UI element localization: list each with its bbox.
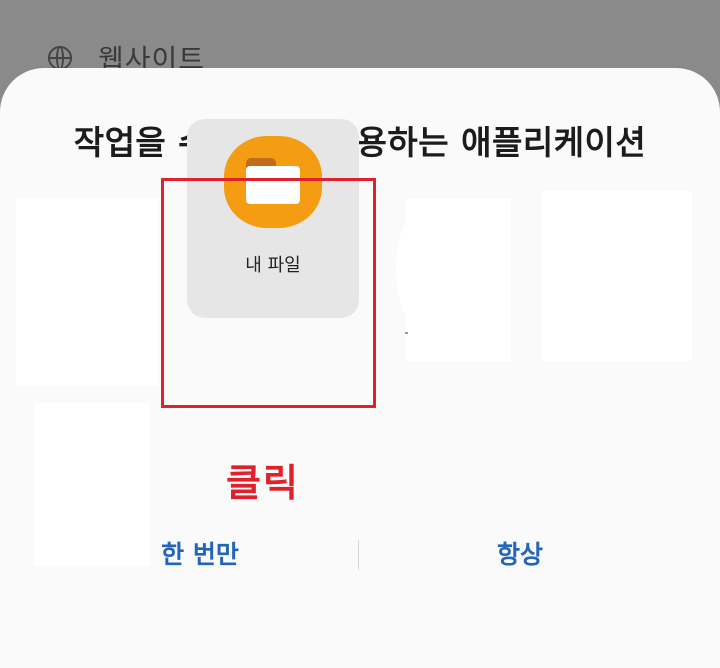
highlight-box	[161, 178, 376, 408]
click-annotation: 클릭	[226, 461, 300, 505]
app-tile-hidden[interactable]	[406, 199, 511, 361]
globe-icon	[48, 46, 72, 70]
action-bar: 한 번만 항상	[0, 530, 720, 580]
app-tile-hidden[interactable]	[16, 198, 158, 386]
app-tile-hidden[interactable]	[542, 191, 692, 361]
app-label-fragment	[405, 332, 408, 334]
app-icon-hidden	[54, 404, 144, 464]
divider	[358, 540, 359, 570]
always-button[interactable]: 항상	[420, 530, 620, 580]
sheet-title: 작업을 수행할 때 사용하는 애플리케이션	[73, 123, 647, 162]
just-once-button[interactable]: 한 번만	[100, 530, 300, 580]
